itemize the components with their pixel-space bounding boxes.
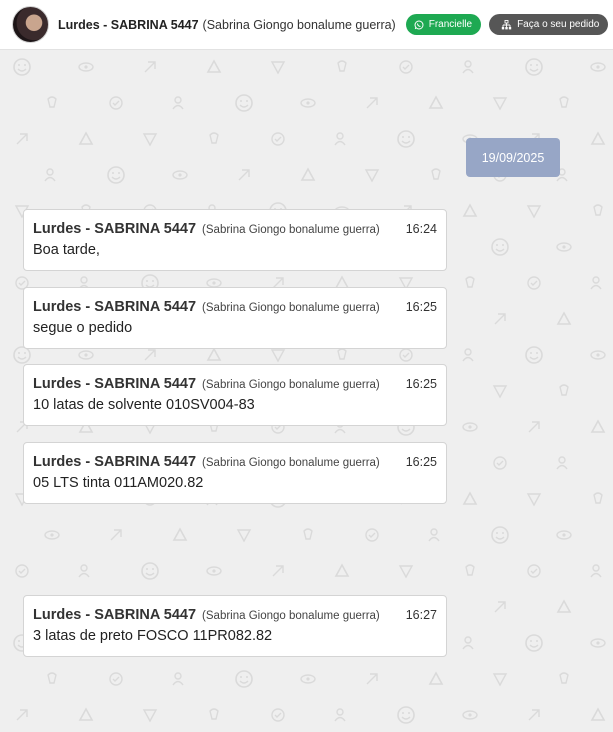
message-bubble[interactable]: Lurdes - SABRINA 5447 (Sabrina Giongo bo… xyxy=(23,364,447,426)
message-text: 05 LTS tinta 011AM020.82 xyxy=(33,475,204,491)
message-time: 16:25 xyxy=(405,377,437,391)
message-time: 16:24 xyxy=(405,222,437,236)
message-sender-detail: (Sabrina Giongo bonalume guerra) xyxy=(202,302,380,314)
order-button[interactable]: Faça o seu pedido xyxy=(489,14,609,35)
chat-header: Lurdes - SABRINA 5447 (Sabrina Giongo bo… xyxy=(0,0,613,50)
message-sender: Lurdes - SABRINA 5447 xyxy=(33,299,197,315)
message-sender-detail: (Sabrina Giongo bonalume guerra) xyxy=(202,224,380,236)
contact-name: Lurdes - SABRINA 5447 xyxy=(58,17,199,32)
contact-subtitle: (Sabrina Giongo bonalume guerra) xyxy=(202,17,396,32)
message-sender-detail: (Sabrina Giongo bonalume guerra) xyxy=(202,379,380,391)
message-text: 10 latas de solvente 010SV004-83 xyxy=(33,397,255,413)
message-bubble[interactable]: Lurdes - SABRINA 5447 (Sabrina Giongo bo… xyxy=(23,287,447,349)
message-bubble[interactable]: Lurdes - SABRINA 5447 (Sabrina Giongo bo… xyxy=(23,442,447,504)
message-text: Boa tarde, xyxy=(33,242,100,258)
avatar[interactable] xyxy=(12,6,49,43)
order-button-label: Faça o seu pedido xyxy=(517,19,600,30)
date-separator: 19/09/2025 xyxy=(466,138,560,177)
message-sender-detail: (Sabrina Giongo bonalume guerra) xyxy=(202,610,380,622)
message-sender: Lurdes - SABRINA 5447 xyxy=(33,454,197,470)
message-time: 16:27 xyxy=(405,608,437,622)
message-time: 16:25 xyxy=(405,300,437,314)
message-sender: Lurdes - SABRINA 5447 xyxy=(33,221,197,237)
whatsapp-button[interactable]: Francielle xyxy=(405,14,482,35)
whatsapp-icon xyxy=(414,20,424,29)
message-sender-detail: (Sabrina Giongo bonalume guerra) xyxy=(202,457,380,469)
message-bubble[interactable]: Lurdes - SABRINA 5447 (Sabrina Giongo bo… xyxy=(23,209,447,271)
message-sender: Lurdes - SABRINA 5447 xyxy=(33,607,197,623)
whatsapp-button-label: Francielle xyxy=(428,19,473,30)
message-sender: Lurdes - SABRINA 5447 xyxy=(33,376,197,392)
message-text: 3 latas de preto FOSCO 11PR082.82 xyxy=(33,628,273,644)
chat-area[interactable]: 19/09/2025 Lurdes - SABRINA 5447 (Sabrin… xyxy=(0,51,613,732)
sitemap-icon xyxy=(501,19,512,29)
message-text: segue o pedido xyxy=(33,320,133,336)
message-bubble[interactable]: Lurdes - SABRINA 5447 (Sabrina Giongo bo… xyxy=(23,595,447,657)
message-time: 16:25 xyxy=(405,455,437,469)
